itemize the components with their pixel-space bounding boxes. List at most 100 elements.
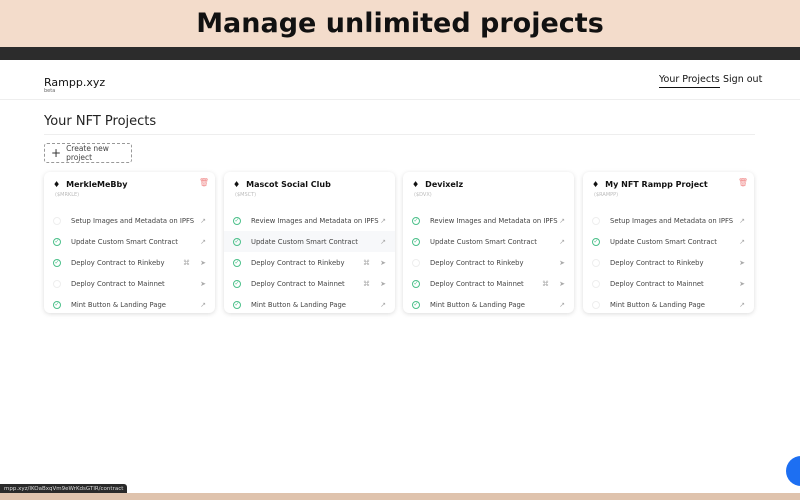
- project-symbol: ($RAMPP): [594, 192, 618, 198]
- trash-icon[interactable]: 🗑: [738, 178, 748, 187]
- project-title[interactable]: ♦ MerkleMeBby: [53, 180, 127, 189]
- external-link-icon[interactable]: ↗: [380, 238, 386, 246]
- project-title[interactable]: ♦ Mascot Social Club: [233, 180, 331, 189]
- task-row[interactable]: Setup Images and Metadata on IPFS ↗: [44, 210, 215, 231]
- command-icon[interactable]: ⌘: [183, 259, 190, 267]
- empty-circle-icon: [412, 259, 420, 267]
- task-row[interactable]: Deploy Contract to Mainnet➤: [583, 273, 754, 294]
- project-title[interactable]: ♦ Devixelz: [412, 180, 463, 189]
- task-label: Deploy Contract to Rinkeby: [251, 259, 344, 267]
- external-link-icon[interactable]: ↗: [559, 301, 565, 309]
- check-circle-icon: ✓: [233, 280, 241, 288]
- task-label: Deploy Contract to Rinkeby: [430, 259, 523, 267]
- task-row[interactable]: Setup Images and Metadata on IPFS↗: [583, 210, 754, 231]
- check-circle-icon: ✓: [592, 238, 600, 246]
- page-title: Your NFT Projects: [44, 114, 156, 129]
- task-row[interactable]: ✓ Update Custom Smart Contract ↗: [583, 231, 754, 252]
- task-row[interactable]: ✓ Mint Button & Landing Page↗: [403, 294, 574, 315]
- nav-sign-out[interactable]: Sign out: [723, 74, 762, 85]
- task-label: Deploy Contract to Mainnet: [251, 280, 345, 288]
- project-symbol: ($MRKLE): [55, 192, 79, 198]
- task-row[interactable]: ✓ Deploy Contract to Mainnet⌘➤: [403, 273, 574, 294]
- ethereum-icon: ♦: [233, 180, 240, 189]
- task-label: Setup Images and Metadata on IPFS: [71, 217, 194, 225]
- task-row[interactable]: Mint Button & Landing Page ↗: [583, 294, 754, 315]
- project-card[interactable]: ♦Mascot Social Club ($MSCT) ✓ Review Ima…: [224, 172, 395, 313]
- task-row[interactable]: ✓ Deploy Contract to Mainnet ⌘ ➤: [224, 273, 395, 294]
- project-card[interactable]: ♦ Devixelz ($DVX) ✓ Review Images and Met…: [403, 172, 574, 313]
- command-icon[interactable]: ⌘: [363, 280, 370, 288]
- external-link-icon[interactable]: ↗: [200, 238, 206, 246]
- empty-circle-icon: [53, 280, 61, 288]
- promo-banner: Manage unlimited projects: [0, 0, 800, 47]
- empty-circle-icon: [53, 217, 61, 225]
- task-row[interactable]: ✓ Mint Button & Landing Page↗: [224, 294, 395, 315]
- create-project-button[interactable]: + Create new project: [44, 143, 132, 163]
- bottom-strip: [0, 493, 800, 500]
- send-icon[interactable]: ➤: [739, 280, 745, 288]
- external-link-icon[interactable]: ↗: [739, 301, 745, 309]
- project-card[interactable]: ♦ MerkleMeBby ($MRKLE) 🗑 Setup Images and …: [44, 172, 215, 313]
- send-icon[interactable]: ➤: [380, 259, 386, 267]
- task-label: Update Custom Smart Contract: [610, 238, 717, 246]
- project-name: Devixelz: [425, 180, 463, 189]
- command-icon[interactable]: ⌘: [542, 280, 549, 288]
- browser-bar: [0, 47, 800, 60]
- empty-circle-icon: [592, 301, 600, 309]
- check-circle-icon: ✓: [233, 259, 241, 267]
- task-label: Review Images and Metadata on IPFS: [430, 217, 558, 225]
- empty-circle-icon: [592, 217, 600, 225]
- empty-circle-icon: [592, 280, 600, 288]
- ethereum-icon: ♦: [412, 180, 419, 189]
- send-icon[interactable]: ➤: [200, 280, 206, 288]
- send-icon[interactable]: ➤: [559, 280, 565, 288]
- send-icon[interactable]: ➤: [739, 259, 745, 267]
- task-label: Deploy Contract to Mainnet: [430, 280, 524, 288]
- task-row[interactable]: ✓ Review Images and Metadata on IPFS↗: [403, 210, 574, 231]
- ethereum-icon: ♦: [592, 180, 599, 189]
- task-row[interactable]: ✓ Deploy Contract to Rinkeby⌘➤: [44, 252, 215, 273]
- nav-your-projects[interactable]: Your Projects: [659, 74, 720, 88]
- task-row[interactable]: ✓ Update Custom Smart Contract ↗: [224, 231, 395, 252]
- project-symbol: ($DVX): [414, 192, 432, 198]
- task-row[interactable]: ✓ Deploy Contract to Rinkeby ⌘ ➤: [224, 252, 395, 273]
- task-row[interactable]: Deploy Contract to Rinkeby ➤: [583, 252, 754, 273]
- external-link-icon[interactable]: ↗: [739, 238, 745, 246]
- task-row[interactable]: ✓ Update Custom Smart Contract ↗: [403, 231, 574, 252]
- project-title[interactable]: ♦My NFT Rampp Project: [592, 180, 708, 189]
- task-row[interactable]: ✓ Update Custom Smart Contract↗: [44, 231, 215, 252]
- task-label: Deploy Contract to Mainnet: [71, 280, 165, 288]
- task-row[interactable]: ✓ Review Images and Metadata on IPFS↗: [224, 210, 395, 231]
- check-circle-icon: ✓: [233, 238, 241, 246]
- task-row[interactable]: ✓ Mint Button & Landing Page↗: [44, 294, 215, 315]
- task-row[interactable]: Deploy Contract to Rinkeby ➤: [403, 252, 574, 273]
- external-link-icon[interactable]: ↗: [380, 301, 386, 309]
- external-link-icon[interactable]: ↗: [200, 301, 206, 309]
- project-name: Mascot Social Club: [246, 180, 331, 189]
- task-label: Mint Button & Landing Page: [610, 301, 705, 309]
- chat-widget-button[interactable]: [786, 456, 800, 486]
- beta-label: beta: [44, 88, 55, 94]
- trash-icon[interactable]: 🗑: [199, 178, 209, 187]
- external-link-icon[interactable]: ↗: [739, 217, 745, 225]
- external-link-icon[interactable]: ↗: [559, 238, 565, 246]
- external-link-icon[interactable]: ↗: [380, 217, 386, 225]
- check-circle-icon: ✓: [233, 217, 241, 225]
- external-link-icon[interactable]: ↗: [559, 217, 565, 225]
- check-circle-icon: ✓: [53, 238, 61, 246]
- task-label: Update Custom Smart Contract: [251, 238, 358, 246]
- task-label: Review Images and Metadata on IPFS: [251, 217, 379, 225]
- send-icon[interactable]: ➤: [200, 259, 206, 267]
- check-circle-icon: ✓: [412, 238, 420, 246]
- send-icon[interactable]: ➤: [559, 259, 565, 267]
- project-card[interactable]: ♦My NFT Rampp Project ($RAMPP) 🗑 Setup Im…: [583, 172, 754, 313]
- ethereum-icon: ♦: [53, 180, 60, 189]
- task-row[interactable]: Deploy Contract to Mainnet ➤: [44, 273, 215, 294]
- task-label: Update Custom Smart Contract: [430, 238, 537, 246]
- send-icon[interactable]: ➤: [380, 280, 386, 288]
- command-icon[interactable]: ⌘: [363, 259, 370, 267]
- project-name: MerkleMeBby: [66, 180, 127, 189]
- external-link-icon[interactable]: ↗: [200, 217, 206, 225]
- task-label: Deploy Contract to Rinkeby: [610, 259, 703, 267]
- task-label: Mint Button & Landing Page: [430, 301, 525, 309]
